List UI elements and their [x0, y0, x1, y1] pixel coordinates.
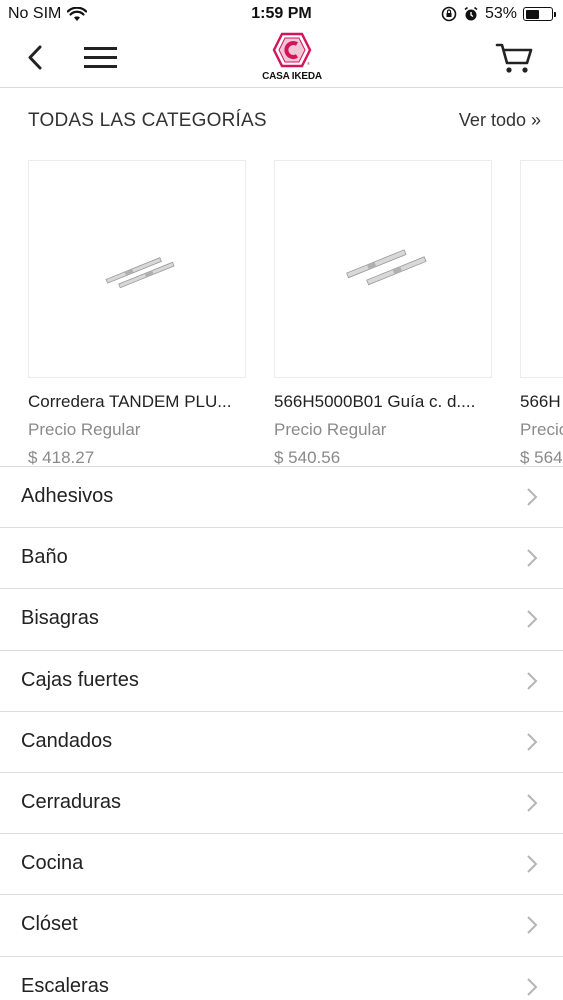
product-price: $ 564 [520, 448, 563, 466]
category-row-closet[interactable]: Clóset [0, 895, 563, 957]
battery-percent: 53% [484, 5, 517, 22]
category-row-candados[interactable]: Candados [0, 712, 563, 773]
product-image[interactable] [520, 160, 563, 378]
cart-button[interactable] [495, 40, 535, 76]
product-card[interactable]: Corredera TANDEM PLU... Precio Regular $… [28, 160, 248, 466]
price-label: Precio Regular [274, 420, 387, 439]
category-label: Cocina [21, 852, 84, 875]
hamburger-icon [84, 47, 117, 68]
shopping-cart-icon [495, 43, 533, 73]
chevron-right-icon [527, 488, 538, 506]
menu-button[interactable] [82, 42, 120, 74]
category-row-bano[interactable]: Baño [0, 528, 563, 590]
chevron-right-icon [527, 855, 538, 873]
product-image[interactable] [28, 160, 246, 378]
drawer-slide-image-icon [105, 257, 175, 289]
category-row-adhesivos[interactable]: Adhesivos [0, 467, 563, 529]
category-row-cerraduras[interactable]: Cerraduras [0, 773, 563, 835]
product-price: $ 418.27 [28, 448, 95, 466]
category-row-cocina[interactable]: Cocina [0, 834, 563, 896]
brand-logo[interactable]: ® CASA IKEDA [256, 32, 328, 84]
category-label: Clóset [21, 913, 78, 936]
category-row-bisagras[interactable]: Bisagras [0, 589, 563, 651]
alarm-icon [464, 6, 478, 21]
brand-name: CASA IKEDA [262, 71, 322, 82]
orientation-lock-icon [441, 6, 457, 22]
status-right: 53% [441, 5, 556, 23]
category-list: Adhesivos Baño Bisagras Cajas fuertes Ca… [0, 466, 563, 1000]
chevron-right-icon [527, 733, 538, 751]
section-header: TODAS LAS CATEGORÍAS Ver todo » [0, 88, 563, 158]
nav-bar: ® CASA IKEDA [0, 30, 563, 88]
view-all-link[interactable]: Ver todo » [459, 110, 541, 131]
chevron-right-icon [527, 977, 538, 996]
chevron-right-icon [527, 671, 538, 690]
category-label: Candados [21, 729, 113, 752]
chevron-right-icon [527, 916, 538, 935]
chevron-right-icon [527, 794, 538, 812]
battery-level [525, 9, 539, 19]
category-row-cajas-fuertes[interactable]: Cajas fuertes [0, 651, 563, 712]
product-image[interactable] [274, 160, 492, 378]
svg-text:®: ® [307, 61, 310, 66]
battery-icon [523, 7, 556, 21]
price-label: Precio [520, 420, 563, 439]
casa-ikeda-logo-icon: ® [272, 32, 312, 68]
chevron-right-icon [527, 549, 538, 567]
category-label: Bisagras [21, 607, 99, 630]
price-label: Precio Regular [28, 420, 141, 439]
category-label: Escaleras [21, 974, 109, 997]
category-label: Cerraduras [21, 790, 122, 813]
product-card[interactable]: 566H Precio $ 564 [520, 160, 563, 466]
section-title: TODAS LAS CATEGORÍAS [28, 110, 267, 131]
category-label: Baño [21, 546, 68, 569]
status-bar: No SIM 1:59 PM 53% [0, 0, 563, 30]
back-button[interactable] [22, 42, 58, 74]
product-name: Corredera TANDEM PLU... [28, 392, 232, 411]
chevron-right-icon [527, 610, 538, 629]
category-row-escaleras[interactable]: Escaleras [0, 957, 563, 1000]
product-carousel[interactable]: Corredera TANDEM PLU... Precio Regular $… [0, 160, 563, 466]
product-name: 566H5000B01 Guía c. d.... [274, 392, 476, 411]
drawer-slide-image-icon [346, 249, 427, 286]
product-card[interactable]: 566H5000B01 Guía c. d.... Precio Regular… [274, 160, 494, 466]
product-price: $ 540.56 [274, 448, 341, 466]
product-name: 566H [520, 392, 561, 411]
chevron-left-icon [28, 45, 42, 70]
category-label: Adhesivos [21, 485, 114, 507]
category-label: Cajas fuertes [21, 668, 139, 691]
